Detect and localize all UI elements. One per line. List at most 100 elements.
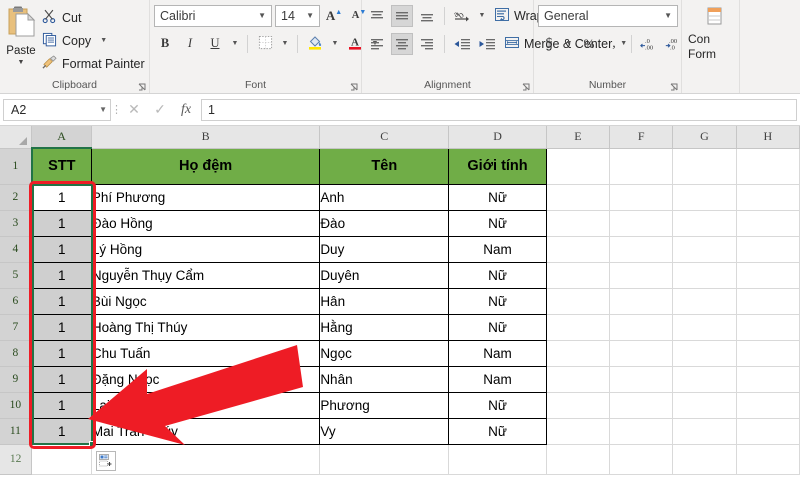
cell-e8[interactable] [546,340,611,367]
borders-chevron-down-icon[interactable]: ▼ [279,33,291,55]
orientation-button[interactable]: a b [451,5,473,27]
fx-icon[interactable]: fx [173,99,199,121]
cell-c2[interactable]: Anh [319,183,450,211]
cell-a5[interactable]: 1 [31,261,92,289]
underline-chevron-down-icon[interactable]: ▼ [229,33,241,55]
number-dialog-launcher[interactable] [670,83,679,92]
cell-d9[interactable]: Nam [448,365,547,393]
cell-c7[interactable]: Hằng [319,313,450,341]
bold-button[interactable]: B [154,33,176,55]
cell-h4[interactable] [736,236,800,263]
align-left-button[interactable] [366,33,388,55]
cell-f4[interactable] [609,236,674,263]
cancel-icon[interactable]: ✕ [121,99,147,121]
row-header-7[interactable]: 7 [0,314,33,341]
align-top-button[interactable] [366,5,388,27]
cell-a8[interactable]: 1 [31,339,92,367]
cell-c11[interactable]: Vy [319,417,450,445]
cell-h8[interactable] [736,340,800,367]
confirm-icon[interactable]: ✓ [147,99,173,121]
conditional-formatting-line1[interactable]: Con [686,32,710,47]
cell-b12[interactable] [91,444,321,475]
cell-g3[interactable] [672,210,737,237]
row-header-6[interactable]: 6 [0,288,33,315]
cell-c9[interactable]: Nhân [319,365,450,393]
cut-button[interactable]: Cut [38,6,149,29]
cell-e3[interactable] [546,210,611,237]
row-header-3[interactable]: 3 [0,210,33,237]
cell-h12[interactable] [736,444,800,475]
cell-e10[interactable] [546,392,611,419]
cell-g12[interactable] [672,444,737,475]
alignment-dialog-launcher[interactable] [522,83,531,92]
cell-h7[interactable] [736,314,800,341]
autofill-options-icon[interactable] [96,451,116,471]
cell-d8[interactable]: Nam [448,339,547,367]
cell-a9[interactable]: 1 [31,365,92,393]
conditional-formatting-line2[interactable]: Form [686,47,716,62]
cell-a1[interactable]: STT [31,147,92,185]
cell-f9[interactable] [609,366,674,393]
cell-d11[interactable]: Nữ [448,417,547,445]
row-header-11[interactable]: 11 [0,418,33,445]
cell-h6[interactable] [736,288,800,315]
cell-h11[interactable] [736,418,800,445]
align-right-button[interactable] [416,33,438,55]
cell-f12[interactable] [609,444,674,475]
cell-b6[interactable]: Bùi Ngọc [90,287,321,315]
cell-g8[interactable] [672,340,737,367]
row-header-9[interactable]: 9 [0,366,33,393]
cell-b5[interactable]: Nguyễn Thụy Cẩm [90,261,321,289]
cell-f6[interactable] [609,288,674,315]
cell-g9[interactable] [672,366,737,393]
font-size-chevron-down-icon[interactable]: ▼ [303,11,317,20]
cell-f3[interactable] [609,210,674,237]
clipboard-dialog-launcher[interactable] [138,83,147,92]
cell-h10[interactable] [736,392,800,419]
row-header-2[interactable]: 2 [0,184,33,211]
cell-a12[interactable] [31,444,92,475]
cell-d4[interactable]: Nam [448,235,547,263]
format-painter-button[interactable]: Format Painter [38,52,149,75]
increase-decimal-button[interactable]: .0 .00 [638,33,660,55]
cell-b10[interactable]: Lại Thị Thanh [90,391,321,419]
font-name-combo[interactable]: Calibri ▼ [154,4,272,27]
name-box[interactable]: A2 ▼ [3,98,111,121]
cell-d12[interactable] [448,444,547,475]
row-header-12[interactable]: 12 [0,444,33,475]
cell-e7[interactable] [546,314,611,341]
number-format-combo[interactable]: General ▼ [538,4,678,27]
cell-h2[interactable] [736,184,800,211]
cell-g7[interactable] [672,314,737,341]
row-header-8[interactable]: 8 [0,340,33,367]
cell-b7[interactable]: Hoàng Thị Thúy [90,313,321,341]
fill-color-button[interactable] [304,33,326,55]
cell-h1[interactable] [736,148,800,185]
cell-d5[interactable]: Nữ [448,261,547,289]
percent-style-button[interactable]: % [578,33,600,55]
column-header-d[interactable]: D [448,126,547,149]
align-center-button[interactable] [391,32,413,55]
cell-e5[interactable] [546,262,611,289]
cell-h9[interactable] [736,366,800,393]
cell-b8[interactable]: Chu Tuấn [90,339,321,367]
decrease-indent-button[interactable] [451,33,473,55]
cell-f10[interactable] [609,392,674,419]
column-header-a[interactable]: A [31,126,92,149]
cell-c10[interactable]: Phương [319,391,450,419]
cell-a2[interactable]: 1 [31,183,92,211]
cell-a6[interactable]: 1 [31,287,92,315]
increase-indent-button[interactable] [476,33,498,55]
paste-button[interactable]: Paste ▼ [4,3,38,66]
cell-g10[interactable] [672,392,737,419]
cell-b4[interactable]: Lý Hồng [90,235,321,263]
font-name-chevron-down-icon[interactable]: ▼ [255,11,269,20]
cell-a3[interactable]: 1 [31,209,92,237]
paste-chevron-down-icon[interactable]: ▼ [18,59,25,66]
cell-f8[interactable] [609,340,674,367]
row-header-1[interactable]: 1 [0,148,33,185]
cell-a10[interactable]: 1 [31,391,92,419]
cell-g6[interactable] [672,288,737,315]
borders-button[interactable] [254,33,276,55]
orientation-chevron-down-icon[interactable]: ▼ [476,5,488,27]
